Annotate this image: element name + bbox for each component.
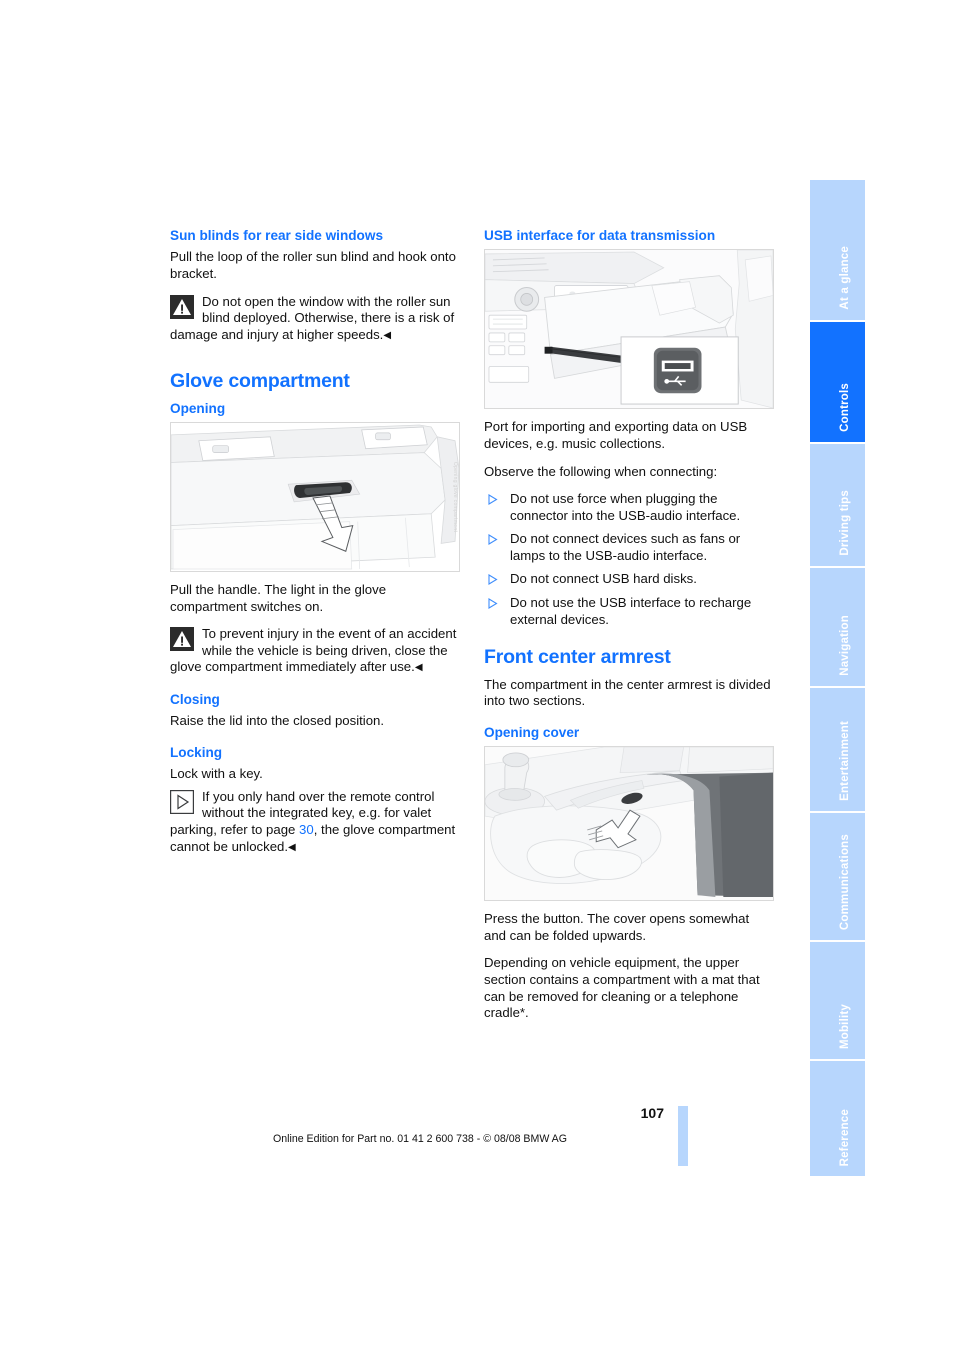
heading-closing: Closing [170,691,220,707]
imprint-line: Online Edition for Part no. 01 41 2 600 … [272,1133,567,1145]
figure-glove-compartment: Opening glove compartment [170,422,460,573]
triangle-bullet-icon [487,598,498,610]
tab-label: Reference [838,1108,851,1166]
usb-bullet-list: Do not use force when plugging the conne… [484,491,774,628]
closing-paragraph: Raise the lid into the closed position. [170,713,385,729]
heading-opening-cover: Opening cover [484,724,580,740]
end-marker: ◀ [414,662,423,674]
triangle-bullet-icon [487,534,498,546]
usb-paragraph-1: Port for importing and exporting data on… [484,419,748,451]
list-item-label: Do not use the USB interface to recharge… [510,595,752,627]
center-armrest-illustration [485,747,773,901]
left-column: Sun blinds for rear side windows Pull th… [170,228,460,867]
page-number-bar [678,1106,688,1166]
figure-caption: Opening glove compartment [452,461,458,533]
warning-triangle-icon [170,627,194,652]
tab-at-a-glance[interactable]: At a glance [810,180,865,320]
list-item: Do not connect devices such as fans or l… [484,531,774,564]
figure-center-armrest [484,746,774,902]
page-reference-link[interactable]: 30 [299,822,314,837]
tab-reference[interactable]: Reference [810,1061,865,1176]
list-item-label: Do not connect devices such as fans or l… [510,531,741,563]
tab-label: Driving tips [838,490,851,556]
triangle-bullet-icon [487,574,498,586]
locking-info-note: If you only hand over the remote control… [170,789,460,856]
tab-label: At a glance [838,246,851,310]
sun-blinds-warning-text: Do not open the window with the roller s… [170,293,455,342]
figure-usb-interface [484,249,774,410]
usb-paragraph-2: Observe the following when connecting: [484,463,718,479]
warning-triangle-icon [170,294,194,319]
list-item: Do not connect USB hard disks. [484,571,774,588]
triangle-bullet-icon [487,494,498,506]
end-marker: ◀ [383,329,392,341]
end-marker: ◀ [288,841,296,853]
sun-blinds-warning-note: Do not open the window with the roller s… [170,294,460,345]
heading-front-center-armrest: Front center armrest [484,646,671,669]
tab-navigation[interactable]: Navigation [810,568,865,686]
right-column: USB interface for data transmission Port… [484,228,774,1033]
tab-label: Controls [838,383,851,432]
glove-warning-note: To prevent injury in the event of an acc… [170,626,460,677]
page-number: 107 [640,1105,664,1121]
glove-opening-paragraph: Pull the handle. The light in the glove … [170,582,387,614]
tab-label: Navigation [838,615,851,676]
manual-page: At a glance Controls Driving tips Naviga… [0,0,954,1350]
usb-interface-illustration [485,250,773,409]
armrest-paragraph-2: Press the button. The cover opens somewh… [484,911,750,943]
armrest-paragraph-1: The compartment in the center armrest is… [484,676,771,709]
locking-note-text: If you only hand over the remote control… [170,789,455,854]
tab-label: Communications [838,833,851,930]
glove-compartment-illustration [171,423,459,572]
sun-blinds-paragraph: Pull the loop of the roller sun blind an… [170,249,456,281]
list-item: Do not use force when plugging the conne… [484,491,774,524]
list-item-label: Do not use force when plugging the conne… [510,491,741,523]
tab-label: Mobility [838,1003,851,1049]
armrest-paragraph-3: Depending on vehicle equipment, the uppe… [484,955,760,1021]
heading-glove-compartment: Glove compartment [170,370,350,393]
section-tab-strip: At a glance Controls Driving tips Naviga… [810,180,865,1176]
tab-entertainment[interactable]: Entertainment [810,688,865,811]
tab-driving-tips[interactable]: Driving tips [810,444,865,566]
heading-locking: Locking [170,744,223,760]
heading-sun-blinds: Sun blinds for rear side windows [170,228,383,243]
info-triangle-icon [170,789,194,814]
glove-warning-text: To prevent injury in the event of an acc… [170,626,457,675]
tab-mobility[interactable]: Mobility [810,942,865,1059]
list-item-label: Do not connect USB hard disks. [510,571,697,587]
heading-opening: Opening [170,400,226,416]
locking-paragraph: Lock with a key. [170,766,263,782]
tab-controls[interactable]: Controls [810,322,865,442]
list-item: Do not use the USB interface to recharge… [484,595,774,628]
heading-usb-interface: USB interface for data transmission [484,228,716,243]
tab-label: Entertainment [838,721,851,801]
tab-communications[interactable]: Communications [810,813,865,940]
